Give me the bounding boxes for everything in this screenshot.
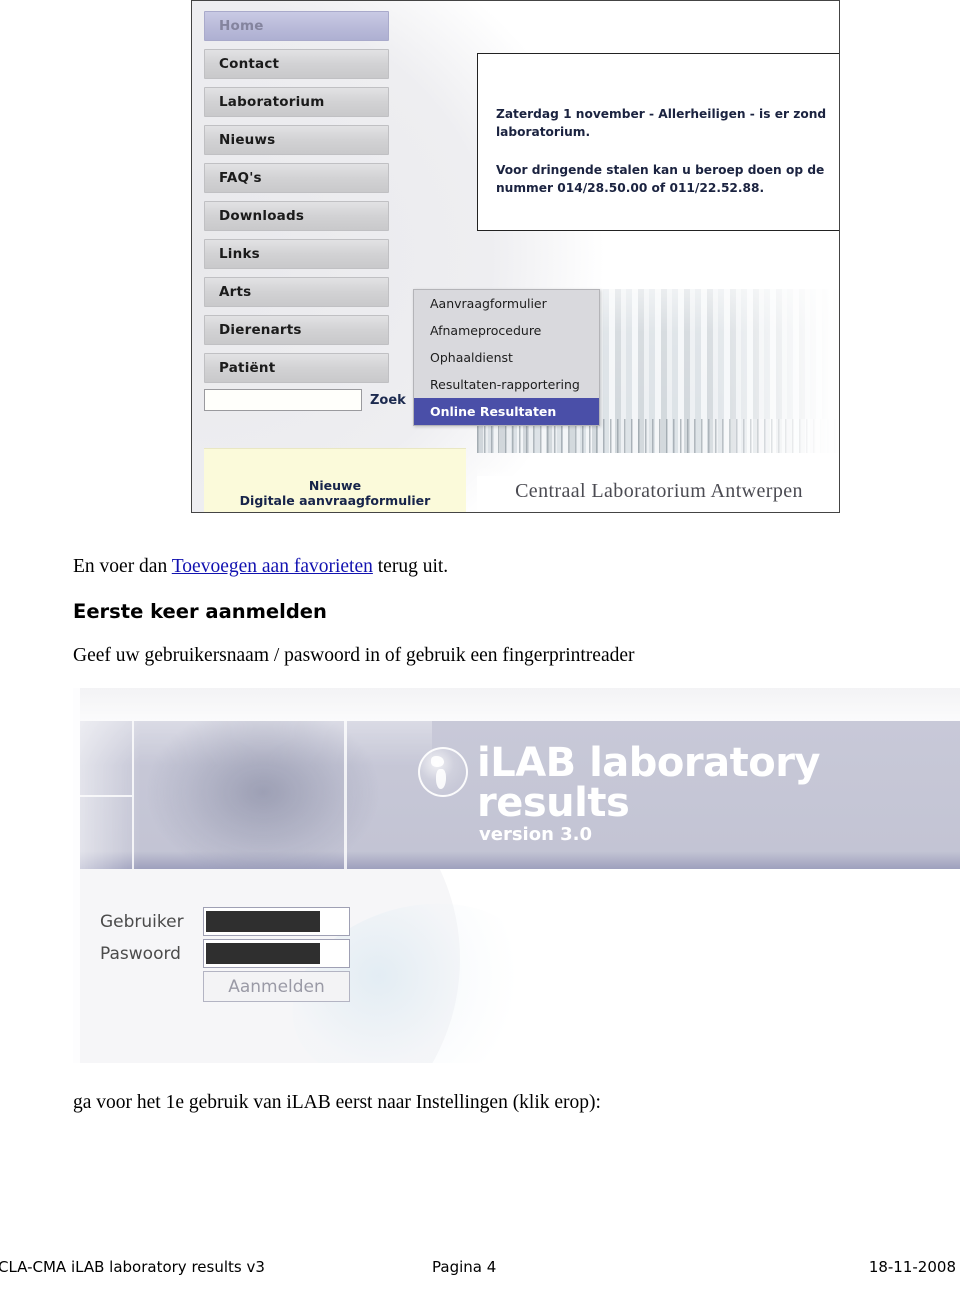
nav-item-label: Contact bbox=[219, 56, 280, 72]
instruction-line-1-suffix: terug uit. bbox=[372, 556, 449, 577]
notice-paragraph-1: Zaterdag 1 november - Allerheiligen - is… bbox=[496, 106, 826, 141]
nav-item-label: Home bbox=[219, 18, 264, 34]
footer-date: 18-11-2008 bbox=[868, 1258, 956, 1276]
footer-document-title: CLA-CMA iLAB laboratory results v3 bbox=[0, 1258, 265, 1276]
building-caption: Centraal Laboratorium Antwerpen bbox=[477, 476, 839, 505]
browser-top-strip bbox=[73, 688, 960, 722]
nav-item-contact[interactable]: Contact bbox=[204, 49, 389, 79]
username-row: Gebruiker bbox=[100, 907, 350, 936]
page-left-rail bbox=[73, 688, 80, 1063]
instruction-line-3: ga voor het 1e gebruik van iLAB eerst na… bbox=[73, 1092, 601, 1113]
promo-line-1: Nieuwe bbox=[308, 477, 362, 493]
nav-item-label: Links bbox=[219, 246, 260, 262]
ilab-logo-text: iLAB laboratory results version 3.0 bbox=[477, 743, 960, 844]
menu-item-label: Resultaten-rapportering bbox=[430, 377, 580, 392]
password-row: Paswoord bbox=[100, 939, 350, 968]
nav-item-label: Patiënt bbox=[219, 360, 276, 376]
notice-p2-line2: nummer 014/28.50.00 of 011/22.52.88. bbox=[496, 180, 765, 195]
search-row: Zoek bbox=[204, 389, 419, 411]
footer-page-number: Pagina 4 bbox=[432, 1258, 497, 1276]
search-button[interactable]: Zoek bbox=[370, 393, 406, 408]
notice-p2-line1: Voor dringende stalen kan u beroep doen … bbox=[496, 163, 825, 177]
menu-item-aanvraagformulier[interactable]: Aanvraagformulier bbox=[414, 290, 599, 317]
menu-item-ophaaldienst[interactable]: Ophaaldienst bbox=[414, 344, 599, 371]
notice-paragraph-2: Voor dringende stalen kan u beroep doen … bbox=[496, 162, 824, 197]
ilab-logo-title: iLAB laboratory results bbox=[477, 740, 821, 826]
ilab-login-screenshot: iLAB laboratory results version 3.0 Gebr… bbox=[73, 688, 960, 1063]
search-input[interactable] bbox=[204, 389, 362, 411]
password-redaction-bar bbox=[206, 943, 320, 964]
login-page-body: Gebruiker Paswoord Aanmelden bbox=[80, 869, 960, 1063]
ilab-banner: iLAB laboratory results version 3.0 bbox=[80, 721, 960, 869]
ilab-logo: iLAB laboratory results version 3.0 bbox=[418, 743, 960, 844]
banner-divider bbox=[344, 721, 347, 869]
username-input[interactable] bbox=[203, 907, 350, 936]
lab-technician-photo bbox=[80, 721, 432, 869]
globe-icon bbox=[418, 747, 468, 797]
nav-item-label: Dierenarts bbox=[219, 322, 302, 338]
nav-item-laboratorium[interactable]: Laboratorium bbox=[204, 87, 389, 117]
password-label: Paswoord bbox=[100, 943, 181, 964]
nav-item-links[interactable]: Links bbox=[204, 239, 389, 269]
username-redaction-bar bbox=[206, 911, 320, 932]
instruction-line-2: Geef uw gebruikersnaam / paswoord in of … bbox=[73, 645, 635, 666]
menu-item-label: Online Resultaten bbox=[430, 404, 557, 419]
website-canvas: Home Contact Laboratorium Nieuws FAQ's D… bbox=[192, 1, 839, 512]
username-label: Gebruiker bbox=[100, 911, 184, 932]
menu-item-label: Ophaaldienst bbox=[430, 350, 513, 365]
menu-item-label: Afnameprocedure bbox=[430, 323, 542, 338]
promo-banner[interactable]: Nieuwe Digitale aanvraagformulier bbox=[204, 448, 466, 512]
nav-item-home[interactable]: Home bbox=[204, 11, 389, 41]
laboratorium-dropdown-menu: Aanvraagformulier Afnameprocedure Ophaal… bbox=[413, 289, 600, 426]
nav-item-faqs[interactable]: FAQ's bbox=[204, 163, 389, 193]
favorites-link[interactable]: Toevoegen aan favorieten bbox=[172, 556, 373, 577]
nav-item-dierenarts[interactable]: Dierenarts bbox=[204, 315, 389, 345]
instruction-line-1-prefix: En voer dan bbox=[73, 556, 172, 577]
nav-item-nieuws[interactable]: Nieuws bbox=[204, 125, 389, 155]
nav-item-label: Downloads bbox=[219, 208, 305, 224]
promo-line-2: Digitale aanvraagformulier bbox=[239, 493, 431, 509]
nav-item-label: FAQ's bbox=[219, 170, 262, 186]
nav-item-label: Arts bbox=[219, 284, 252, 300]
site-navigation: Home Contact Laboratorium Nieuws FAQ's D… bbox=[204, 11, 389, 391]
nav-item-label: Nieuws bbox=[219, 132, 276, 148]
login-submit-button[interactable]: Aanmelden bbox=[203, 971, 350, 1002]
nav-item-arts[interactable]: Arts bbox=[204, 277, 389, 307]
notice-p1-line1: Zaterdag 1 november - Allerheiligen - is… bbox=[496, 107, 827, 121]
menu-item-online-resultaten[interactable]: Online Resultaten bbox=[414, 398, 599, 425]
notice-p1-line2: laboratorium. bbox=[496, 124, 591, 139]
instruction-line-1: En voer dan Toevoegen aan favorieten ter… bbox=[73, 556, 448, 578]
website-screenshot: Home Contact Laboratorium Nieuws FAQ's D… bbox=[191, 0, 840, 513]
nav-item-patient[interactable]: Patiënt bbox=[204, 353, 389, 383]
menu-item-resultaten-rapportering[interactable]: Resultaten-rapportering bbox=[414, 371, 599, 398]
notice-box: Zaterdag 1 november - Allerheiligen - is… bbox=[477, 53, 839, 231]
section-heading: Eerste keer aanmelden bbox=[73, 600, 327, 623]
nav-item-label: Laboratorium bbox=[219, 94, 325, 110]
nav-item-downloads[interactable]: Downloads bbox=[204, 201, 389, 231]
menu-item-afnameprocedure[interactable]: Afnameprocedure bbox=[414, 317, 599, 344]
password-input[interactable] bbox=[203, 939, 350, 968]
login-form: Gebruiker Paswoord Aanmelden bbox=[100, 907, 350, 1002]
menu-item-label: Aanvraagformulier bbox=[430, 296, 547, 311]
ilab-version-label: version 3.0 bbox=[479, 824, 593, 845]
page-footer: CLA-CMA iLAB laboratory results v3 Pagin… bbox=[0, 1258, 960, 1286]
